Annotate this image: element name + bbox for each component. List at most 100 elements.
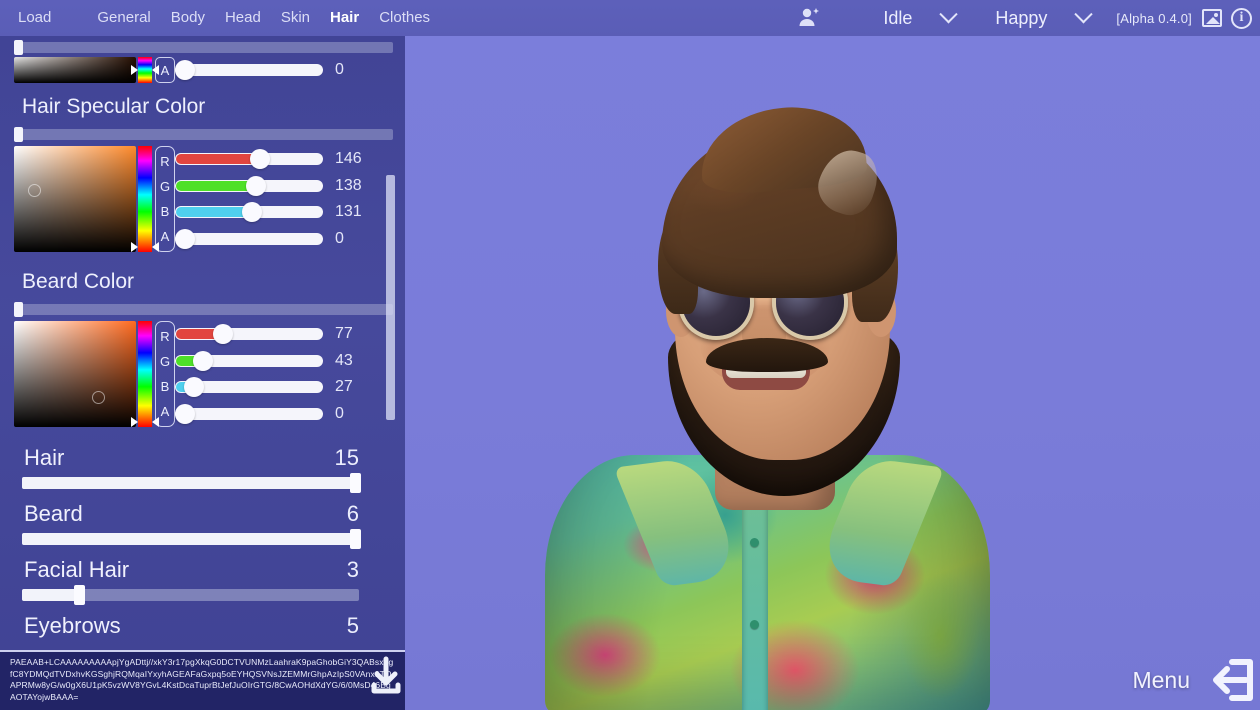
- menu-label: Menu: [1132, 666, 1190, 693]
- channel-track-b[interactable]: [175, 202, 323, 223]
- slider-facial-hair[interactable]: Facial Hair 3: [0, 545, 405, 605]
- hair-specular-horizontal-scrollbar[interactable]: [14, 127, 393, 142]
- channel-label-b: B: [160, 379, 170, 394]
- info-circle-icon[interactable]: i: [1231, 7, 1252, 29]
- load-button[interactable]: Load: [8, 0, 61, 36]
- panel-vertical-scrollbar[interactable]: [386, 100, 395, 630]
- channel-knob-b[interactable]: [184, 377, 204, 398]
- shirt-button: [750, 538, 759, 547]
- slider-knob-beard[interactable]: [350, 529, 361, 549]
- channel-track-r[interactable]: [175, 324, 323, 344]
- hair-specular-rgba-sliders[interactable]: R G B A 146 138 131 0: [155, 146, 375, 252]
- slider-knob-hair[interactable]: [350, 473, 361, 493]
- tab-skin[interactable]: Skin: [271, 0, 320, 36]
- section-title-beard-color: Beard Color: [22, 270, 135, 293]
- scrollbar-thumb[interactable]: [14, 302, 23, 317]
- channel-knob-r[interactable]: [213, 324, 233, 344]
- tab-general[interactable]: General: [87, 0, 160, 36]
- slider-fill-facial-hair: [22, 589, 76, 601]
- tab-hair[interactable]: Hair: [320, 0, 369, 36]
- channel-fill-b: [176, 207, 252, 218]
- hue-marker-left: [131, 242, 138, 252]
- saturation-value-square[interactable]: [14, 146, 136, 252]
- slider-fill-hair: [22, 477, 359, 489]
- saturation-value-square[interactable]: [14, 57, 136, 83]
- tab-body[interactable]: Body: [161, 0, 215, 36]
- version-label: [Alpha 0.4.0]: [1116, 10, 1192, 26]
- alpha-slider-row[interactable]: 0: [175, 57, 375, 83]
- hue-marker-left: [131, 417, 138, 427]
- section-title-hair-specular: Hair Specular Color: [22, 95, 206, 118]
- channel-row-b[interactable]: 27: [175, 374, 375, 400]
- color-picker-partial[interactable]: A 0: [0, 57, 405, 83]
- slider-eyebrows[interactable]: Eyebrows 5: [0, 601, 405, 639]
- channel-value-g: 138: [335, 176, 362, 194]
- slider-knob-facial-hair[interactable]: [74, 585, 86, 605]
- expression-select-value: Happy: [995, 7, 1048, 28]
- channel-track-b[interactable]: [175, 377, 323, 398]
- channel-label-g: G: [159, 179, 171, 194]
- channel-value-b: 131: [335, 203, 362, 221]
- scrollbar-thumb[interactable]: [386, 175, 395, 420]
- animation-select[interactable]: Idle: [883, 4, 959, 29]
- hue-strip[interactable]: [131, 146, 159, 252]
- beard-color-picker[interactable]: R G B A 77 43 27 0: [0, 321, 405, 427]
- channel-row-a[interactable]: 0: [175, 401, 375, 427]
- alpha-row-partial[interactable]: A 0: [155, 57, 375, 83]
- tab-bar: Load General Body Head Skin Hair Clothes: [0, 0, 440, 36]
- channel-row-r[interactable]: 77: [175, 321, 375, 347]
- channel-knob-b[interactable]: [242, 202, 262, 223]
- top-toolbar: Load General Body Head Skin Hair Clothes…: [0, 0, 1260, 36]
- slider-track-hair[interactable]: [22, 473, 361, 493]
- channel-row-a[interactable]: 0: [175, 226, 375, 252]
- channel-label-r: R: [160, 154, 170, 169]
- channel-row-b[interactable]: 131: [175, 199, 375, 225]
- beard-color-horizontal-scrollbar[interactable]: [14, 302, 393, 317]
- channel-row-g[interactable]: 43: [175, 348, 375, 374]
- expression-select[interactable]: Happy: [995, 4, 1094, 29]
- chevron-down-icon: [1074, 4, 1094, 23]
- hue-strip[interactable]: [131, 57, 159, 83]
- channel-row-r[interactable]: 146: [175, 146, 375, 172]
- hue-marker-right: [152, 417, 159, 427]
- channel-knob-g[interactable]: [246, 175, 266, 196]
- channel-knob-a[interactable]: [175, 403, 195, 424]
- beard-rgba-sliders[interactable]: R G B A 77 43 27 0: [155, 321, 375, 427]
- slider-track-beard[interactable]: [22, 529, 361, 549]
- channel-track-a[interactable]: [175, 228, 323, 249]
- slider-beard[interactable]: Beard 6: [0, 489, 405, 549]
- download-icon[interactable]: [366, 654, 406, 698]
- character-code-box[interactable]: PAEAAB+LCAAAAAAAAApjYgADttj//xkY3r17pgXk…: [0, 650, 405, 710]
- scrollbar-thumb[interactable]: [14, 40, 23, 55]
- picture-icon[interactable]: [1202, 9, 1222, 27]
- channel-row-g[interactable]: 138: [175, 173, 375, 199]
- channel-knob-g[interactable]: [193, 350, 213, 371]
- alpha-slider-track[interactable]: [175, 60, 323, 80]
- channel-knob-a[interactable]: [175, 228, 195, 249]
- channel-track-r[interactable]: [175, 149, 323, 169]
- panel-scroll-area[interactable]: A 0 Hair Specular Color R G B A 146 138 …: [0, 36, 405, 710]
- person-sparkle-icon[interactable]: [795, 4, 823, 32]
- hue-marker-right: [152, 242, 159, 252]
- tab-head[interactable]: Head: [215, 0, 271, 36]
- slider-label-beard: Beard: [24, 501, 83, 526]
- channel-track-a[interactable]: [175, 403, 323, 424]
- slider-hair[interactable]: Hair 15: [0, 427, 405, 493]
- tab-clothes[interactable]: Clothes: [369, 0, 440, 36]
- saturation-value-square[interactable]: [14, 321, 136, 427]
- hue-strip[interactable]: [131, 321, 159, 427]
- alpha-slider-knob[interactable]: [175, 60, 195, 80]
- channel-track-g[interactable]: [175, 175, 323, 196]
- exit-arrow-icon: [1213, 659, 1253, 701]
- slider-track-facial-hair[interactable]: [22, 585, 359, 605]
- sv-cursor[interactable]: [28, 184, 41, 197]
- channel-track-g[interactable]: [175, 350, 323, 371]
- color-horizontal-scrollbar[interactable]: [14, 40, 393, 55]
- shirt-placket: [742, 500, 768, 710]
- hair-specular-color-picker[interactable]: R G B A 146 138 131 0: [0, 146, 405, 252]
- channel-value-a: 0: [335, 229, 344, 247]
- menu-button[interactable]: Menu: [1132, 658, 1254, 702]
- sv-cursor[interactable]: [92, 391, 105, 404]
- scrollbar-thumb[interactable]: [14, 127, 23, 142]
- channel-knob-r[interactable]: [250, 149, 270, 169]
